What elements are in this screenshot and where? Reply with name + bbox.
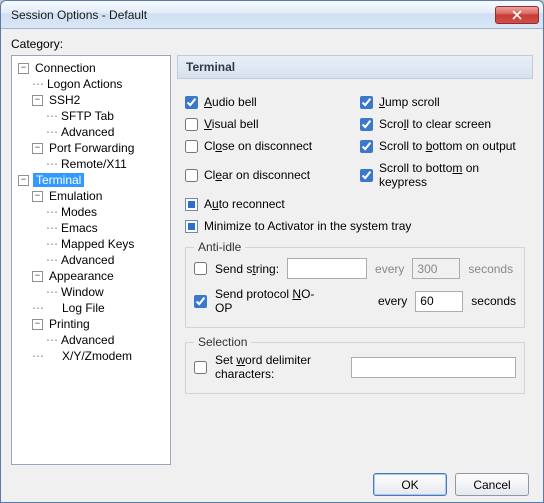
checkbox-audio-bell[interactable] — [185, 96, 198, 109]
collapse-icon[interactable]: − — [32, 271, 43, 282]
close-button[interactable] — [495, 6, 539, 24]
send-string-label: Send string: — [215, 262, 279, 276]
checkbox-scroll-keypress[interactable] — [360, 169, 373, 182]
seconds-label-1: seconds — [468, 262, 513, 276]
checkbox-send-noop[interactable] — [194, 295, 207, 308]
seconds-label-2: seconds — [471, 294, 516, 308]
tree-modes[interactable]: Modes — [44, 204, 168, 220]
tree-xyzmodem[interactable]: X/Y/Zmodem — [30, 348, 168, 364]
opt-close-disconnect[interactable]: Close on disconnect — [185, 139, 350, 153]
send-string-input[interactable] — [287, 258, 367, 279]
collapse-icon[interactable]: − — [18, 175, 29, 186]
noop-interval-input[interactable] — [415, 291, 463, 312]
opt-scroll-output[interactable]: Scroll to bottom on output — [360, 139, 525, 153]
collapse-icon[interactable]: − — [32, 191, 43, 202]
close-icon — [512, 10, 522, 20]
cancel-button[interactable]: Cancel — [455, 473, 529, 496]
opt-visual-bell[interactable]: Visual bell — [185, 117, 350, 131]
checkbox-minimize-tray[interactable] — [185, 220, 198, 233]
collapse-icon[interactable]: − — [18, 63, 29, 74]
anti-idle-group: Anti-idle Send string: every seconds Sen… — [185, 247, 525, 328]
word-delim-input[interactable] — [351, 357, 516, 378]
tree-appearance[interactable]: −Appearance — [30, 268, 168, 284]
settings-panel: Terminal Audio bell Jump scroll Visual b… — [177, 55, 533, 465]
tree-logon-actions[interactable]: Logon Actions — [30, 76, 168, 92]
checkbox-jump-scroll[interactable] — [360, 96, 373, 109]
checkbox-visual-bell[interactable] — [185, 118, 198, 131]
send-string-interval — [412, 258, 460, 279]
checkbox-close-disconnect[interactable] — [185, 140, 198, 153]
tree-sftp-tab[interactable]: SFTP Tab — [44, 108, 168, 124]
titlebar: Session Options - Default — [1, 1, 543, 29]
opt-clear-disconnect[interactable]: Clear on disconnect — [185, 161, 350, 189]
tree-port-forwarding[interactable]: −Port Forwarding — [30, 140, 168, 156]
tree-appearance-window[interactable]: Window — [44, 284, 168, 300]
tree-log-file[interactable]: Log File — [30, 300, 168, 316]
selection-legend: Selection — [194, 335, 251, 349]
category-tree[interactable]: −Connection Logon Actions −SSH2 SFTP Tab… — [11, 55, 171, 465]
checkbox-send-string[interactable] — [194, 262, 207, 275]
tree-emulation[interactable]: −Emulation — [30, 188, 168, 204]
opt-audio-bell[interactable]: Audio bell — [185, 95, 350, 109]
every-label-2: every — [378, 294, 407, 308]
tree-mapped-keys[interactable]: Mapped Keys — [44, 236, 168, 252]
tree-emu-advanced[interactable]: Advanced — [44, 252, 168, 268]
checkbox-scroll-output[interactable] — [360, 140, 373, 153]
tree-ssh2[interactable]: −SSH2 — [30, 92, 168, 108]
send-noop-label: Send protocol NO-OP — [215, 287, 329, 315]
opt-auto-reconnect[interactable]: Auto reconnect — [185, 197, 525, 211]
opt-jump-scroll[interactable]: Jump scroll — [360, 95, 525, 109]
tree-terminal[interactable]: −Terminal — [16, 172, 168, 188]
tree-printing[interactable]: −Printing — [30, 316, 168, 332]
collapse-icon[interactable]: − — [32, 143, 43, 154]
opt-minimize-tray[interactable]: Minimize to Activator in the system tray — [185, 219, 525, 233]
collapse-icon[interactable]: − — [32, 319, 43, 330]
every-label-1: every — [375, 262, 404, 276]
opt-scroll-keypress[interactable]: Scroll to bottom on keypress — [360, 161, 525, 189]
collapse-icon[interactable]: − — [32, 95, 43, 106]
anti-idle-legend: Anti-idle — [194, 240, 245, 254]
category-label: Category: — [11, 37, 533, 51]
tree-emacs[interactable]: Emacs — [44, 220, 168, 236]
tree-remote-x11[interactable]: Remote/X11 — [44, 156, 168, 172]
opt-scroll-clear[interactable]: Scroll to clear screen — [360, 117, 525, 131]
panel-title: Terminal — [177, 55, 533, 79]
checkbox-word-delim[interactable] — [194, 361, 207, 374]
window-title: Session Options - Default — [11, 8, 495, 22]
checkbox-clear-disconnect[interactable] — [185, 169, 198, 182]
dialog-window: Session Options - Default Category: −Con… — [0, 0, 544, 503]
dialog-buttons: OK Cancel — [11, 465, 533, 496]
checkbox-auto-reconnect[interactable] — [185, 198, 198, 211]
tree-connection[interactable]: −Connection — [16, 60, 168, 76]
tree-ssh-advanced[interactable]: Advanced — [44, 124, 168, 140]
selection-group: Selection Set word delimiter characters: — [185, 342, 525, 394]
ok-button[interactable]: OK — [373, 473, 447, 496]
checkbox-scroll-clear[interactable] — [360, 118, 373, 131]
tree-printing-advanced[interactable]: Advanced — [44, 332, 168, 348]
word-delim-label: Set word delimiter characters: — [215, 353, 343, 381]
